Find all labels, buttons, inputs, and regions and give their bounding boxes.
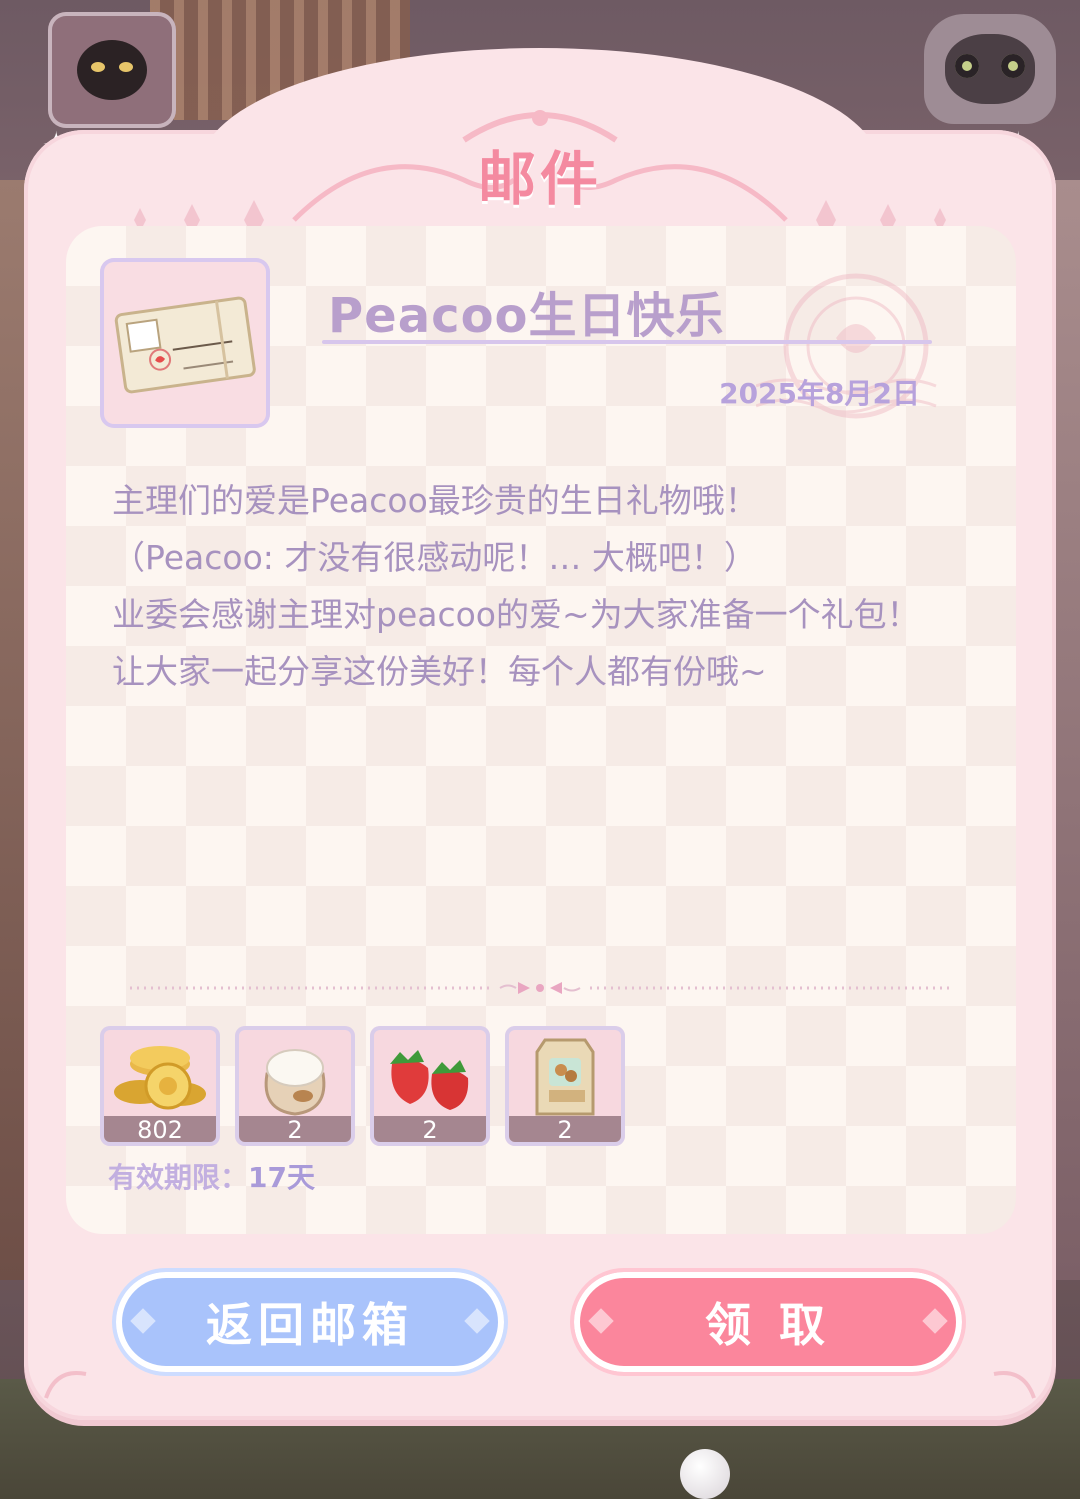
reward-item[interactable]: 802 — [100, 1026, 220, 1146]
diamond-decoration-icon — [464, 1308, 490, 1334]
mail-body: 主理们的爱是Peacoo最珍贵的生日礼物哦！ （Peacoo: 才没有很感动呢！… — [112, 472, 992, 700]
mail-subject: Peacoo生日快乐 — [328, 288, 725, 344]
reward-item[interactable]: 2 — [235, 1026, 355, 1146]
gold-coins-icon — [110, 1034, 210, 1118]
reward-list: 802 2 2 2 — [100, 1026, 625, 1146]
dialog-title: 邮件 — [477, 145, 602, 213]
back-button-label: 返回邮箱 — [206, 1298, 414, 1352]
reward-quantity: 802 — [104, 1116, 216, 1144]
reward-quantity: 2 — [374, 1116, 486, 1144]
diamond-decoration-icon — [922, 1308, 948, 1334]
corner-flourish-icon — [44, 1371, 87, 1399]
mail-body-line: （Peacoo: 才没有很感动呢！… 大概吧！） — [112, 538, 757, 577]
reward-item[interactable]: 2 — [505, 1026, 625, 1146]
diamond-decoration-icon — [130, 1308, 156, 1334]
mail-body-line: 主理们的爱是Peacoo最珍贵的生日礼物哦！ — [112, 481, 758, 520]
strawberry-icon — [380, 1034, 480, 1118]
flour-sack-icon — [245, 1034, 345, 1118]
corner-flourish-icon — [993, 1371, 1036, 1399]
diamond-decoration-icon — [588, 1308, 614, 1334]
letter-icon — [114, 296, 256, 394]
mail-body-line: 业委会感谢主理对peacoo的爱~为大家准备一个礼包！ — [112, 595, 920, 634]
back-to-mailbox-button[interactable]: 返回邮箱 — [116, 1272, 504, 1372]
mail-date: 2025年8月2日 — [719, 377, 920, 410]
mail-body-line: 让大家一起分享这份美好！每个人都有份哦~ — [112, 652, 767, 691]
claim-button-label: 领 取 — [704, 1298, 831, 1352]
expiry-value: 17天 — [248, 1161, 315, 1194]
reward-quantity: 2 — [239, 1116, 351, 1144]
mail-attachment-thumbnail — [100, 258, 270, 428]
expiry-label: 有效期限： — [108, 1161, 249, 1194]
nuts-bag-icon — [515, 1034, 615, 1118]
reward-quantity: 2 — [509, 1116, 621, 1144]
background-bubble — [680, 1449, 730, 1499]
subject-underline — [322, 340, 932, 344]
expiry-info: 有效期限：17天 — [108, 1156, 315, 1196]
ribbon-divider — [130, 982, 950, 994]
claim-button[interactable]: 领 取 — [574, 1272, 962, 1372]
mail-dialog: 邮件 Peacoo生日快乐 2025年8月2日 主理们的爱是Peacoo最珍贵的… — [24, 40, 1056, 1420]
reward-item[interactable]: 2 — [370, 1026, 490, 1146]
mail-content-panel: Peacoo生日快乐 2025年8月2日 主理们的爱是Peacoo最珍贵的生日礼… — [66, 226, 1016, 1234]
